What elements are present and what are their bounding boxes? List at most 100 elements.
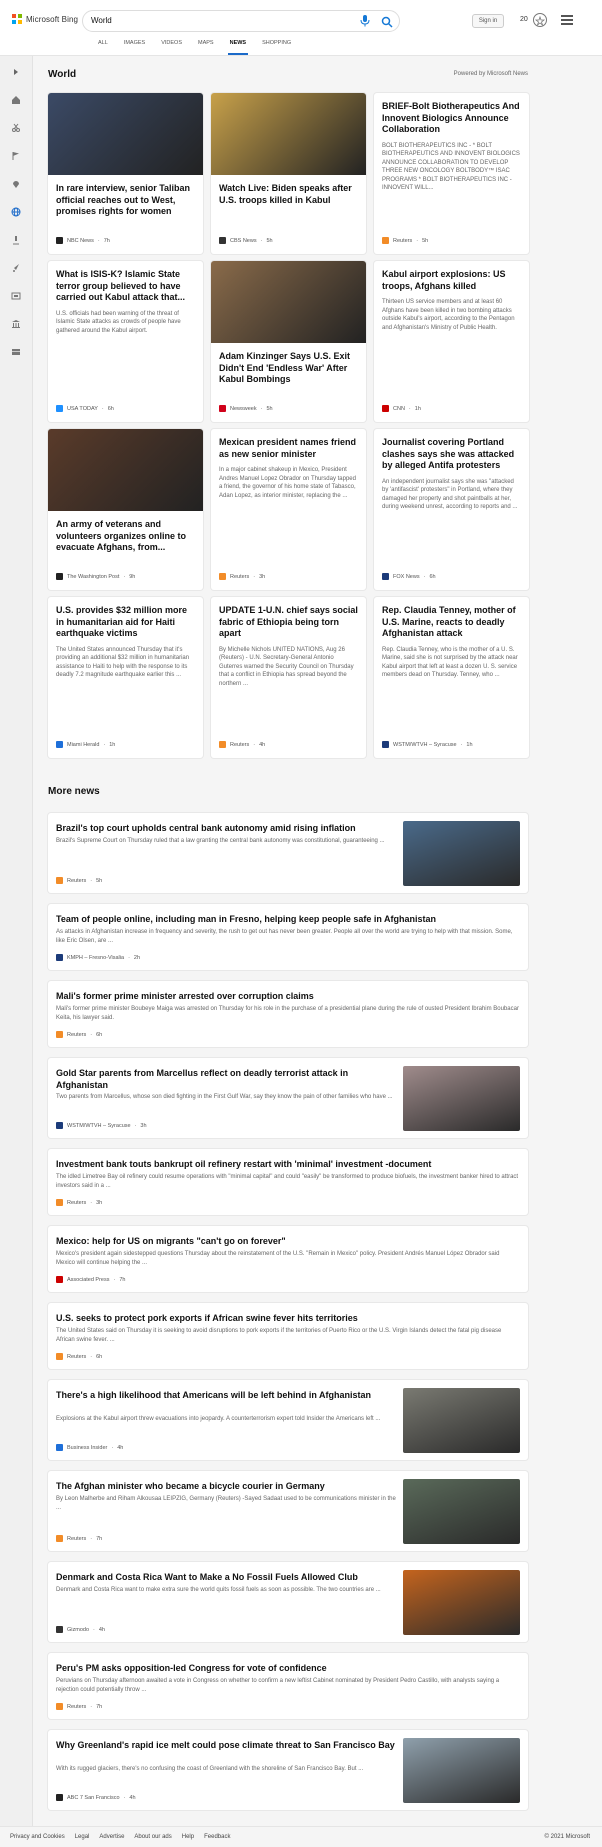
footer-link[interactable]: Privacy and Cookies — [10, 1834, 65, 1840]
footer-link[interactable]: Help — [182, 1834, 194, 1840]
scissors-icon[interactable] — [10, 122, 22, 134]
news-card[interactable]: UPDATE 1-U.N. chief says social fabric o… — [211, 597, 366, 758]
news-source[interactable]: Newsweek · 5h — [219, 405, 273, 412]
globe-icon[interactable] — [10, 206, 22, 218]
news-source[interactable]: FOX News · 6h — [382, 573, 436, 580]
tab-videos[interactable]: VIDEOS — [153, 40, 190, 56]
news-thumbnail[interactable] — [403, 1479, 520, 1544]
news-card[interactable]: BRIEF-Bolt Biotherapeutics And Innovent … — [374, 93, 529, 254]
more-news-item[interactable]: There's a high likelihood that Americans… — [48, 1380, 528, 1460]
news-card-title[interactable]: What is ISIS-K? Islamic State terror gro… — [48, 261, 203, 304]
footer-link[interactable]: Feedback — [204, 1834, 230, 1840]
news-card-title[interactable]: Rep. Claudia Tenney, mother of U.S. Mari… — [374, 597, 529, 640]
news-source[interactable]: Miami Herald · 1h — [56, 741, 115, 748]
news-source[interactable]: NBC News · 7h — [56, 237, 110, 244]
news-source[interactable]: Reuters · 3h — [219, 573, 265, 580]
sign-in-button[interactable]: Sign in — [472, 14, 504, 28]
more-news-item[interactable]: Mexico: help for US on migrants "can't g… — [48, 1226, 528, 1292]
news-card[interactable]: Watch Live: Biden speaks after U.S. troo… — [211, 93, 366, 254]
news-card[interactable]: Kabul airport explosions: US troops, Afg… — [374, 261, 529, 422]
news-source[interactable]: The Washington Post · 9h — [56, 573, 135, 580]
microscope-icon[interactable] — [10, 234, 22, 246]
hamburger-menu-icon[interactable] — [561, 15, 573, 25]
news-card-title[interactable]: U.S. provides $32 million more in humani… — [48, 597, 203, 640]
news-source[interactable]: WSTM/WTVH – Syracuse · 3h — [56, 1122, 147, 1129]
more-news-title[interactable]: Why Greenland's rapid ice melt could pos… — [56, 1740, 396, 1752]
news-card-title[interactable]: BRIEF-Bolt Biotherapeutics And Innovent … — [374, 93, 529, 136]
news-source[interactable]: Reuters · 6h — [56, 1353, 102, 1360]
news-card-title[interactable]: Watch Live: Biden speaks after U.S. troo… — [211, 175, 366, 206]
news-source[interactable]: USA TODAY · 6h — [56, 405, 114, 412]
bank-icon[interactable] — [10, 318, 22, 330]
news-source[interactable]: CBS News · 5h — [219, 237, 273, 244]
news-source[interactable]: Reuters · 4h — [219, 741, 265, 748]
news-card[interactable]: An army of veterans and volunteers organ… — [48, 429, 203, 590]
news-thumbnail[interactable] — [403, 1066, 520, 1131]
flag-icon[interactable] — [10, 150, 22, 162]
news-source[interactable]: Reuters · 7h — [56, 1535, 102, 1542]
news-source[interactable]: Gizmodo · 4h — [56, 1626, 105, 1633]
more-news-item[interactable]: Brazil's top court upholds central bank … — [48, 813, 528, 893]
news-thumbnail[interactable] — [403, 1388, 520, 1453]
rocket-icon[interactable] — [10, 262, 22, 274]
tab-news[interactable]: NEWS — [222, 40, 255, 56]
news-card-title[interactable]: Adam Kinzinger Says U.S. Exit Didn't End… — [211, 343, 366, 386]
news-card-title[interactable]: An army of veterans and volunteers organ… — [48, 511, 203, 554]
news-card-image[interactable] — [48, 429, 203, 511]
more-news-item[interactable]: Investment bank touts bankrupt oil refin… — [48, 1149, 528, 1215]
more-news-title[interactable]: Team of people online, including man in … — [56, 914, 520, 926]
news-source[interactable]: Reuters · 3h — [56, 1199, 102, 1206]
footer-link[interactable]: Advertise — [99, 1834, 124, 1840]
more-news-title[interactable]: Brazil's top court upholds central bank … — [56, 823, 396, 835]
news-thumbnail[interactable] — [403, 1738, 520, 1803]
search-box[interactable]: World — [82, 10, 400, 32]
news-card-title[interactable]: Journalist covering Portland clashes say… — [374, 429, 529, 472]
more-news-title[interactable]: Denmark and Costa Rica Want to Make a No… — [56, 1572, 396, 1584]
rewards-icon[interactable] — [533, 13, 547, 27]
more-news-title[interactable]: Mexico: help for US on migrants "can't g… — [56, 1236, 520, 1248]
news-card-title[interactable]: Kabul airport explosions: US troops, Afg… — [374, 261, 529, 292]
microphone-icon[interactable] — [359, 15, 371, 27]
news-source[interactable]: Reuters · 6h — [56, 1031, 102, 1038]
more-news-item[interactable]: Denmark and Costa Rica Want to Make a No… — [48, 1562, 528, 1642]
news-source[interactable]: WSTM/WTVH – Syracuse · 1h — [382, 741, 473, 748]
news-card[interactable]: Mexican president names friend as new se… — [211, 429, 366, 590]
more-news-item[interactable]: Gold Star parents from Marcellus reflect… — [48, 1058, 528, 1138]
news-card-image[interactable] — [48, 93, 203, 175]
news-card[interactable]: U.S. provides $32 million more in humani… — [48, 597, 203, 758]
more-news-title[interactable]: Investment bank touts bankrupt oil refin… — [56, 1159, 520, 1171]
news-source[interactable]: CNN · 1h — [382, 405, 421, 412]
tab-all[interactable]: ALL — [90, 40, 116, 56]
tab-shopping[interactable]: SHOPPING — [254, 40, 299, 56]
news-source[interactable]: Reuters · 5h — [382, 237, 428, 244]
news-source[interactable]: Associated Press · 7h — [56, 1276, 125, 1283]
news-card-title[interactable]: In rare interview, senior Taliban offici… — [48, 175, 203, 218]
news-card-title[interactable]: UPDATE 1-U.N. chief says social fabric o… — [211, 597, 366, 640]
rewards-count[interactable]: 20 — [520, 16, 528, 23]
tab-maps[interactable]: MAPS — [190, 40, 222, 56]
more-news-item[interactable]: U.S. seeks to protect pork exports if Af… — [48, 1303, 528, 1369]
more-news-title[interactable]: Peru's PM asks opposition-led Congress f… — [56, 1663, 520, 1675]
news-card-image[interactable] — [211, 261, 366, 343]
expand-sidebar-icon[interactable] — [10, 66, 22, 78]
search-input[interactable]: World — [91, 16, 112, 25]
footer-link[interactable]: Legal — [75, 1834, 90, 1840]
news-source[interactable]: Business Insider · 4h — [56, 1444, 123, 1451]
news-card[interactable]: Journalist covering Portland clashes say… — [374, 429, 529, 590]
card-icon[interactable] — [10, 346, 22, 358]
home-icon[interactable] — [10, 94, 22, 106]
more-news-item[interactable]: The Afghan minister who became a bicycle… — [48, 1471, 528, 1551]
news-card[interactable]: Rep. Claudia Tenney, mother of U.S. Mari… — [374, 597, 529, 758]
more-news-title[interactable]: The Afghan minister who became a bicycle… — [56, 1481, 396, 1493]
news-card[interactable]: In rare interview, senior Taliban offici… — [48, 93, 203, 254]
tab-images[interactable]: IMAGES — [116, 40, 153, 56]
news-card-image[interactable] — [211, 93, 366, 175]
news-source[interactable]: Reuters · 7h — [56, 1703, 102, 1710]
news-card-title[interactable]: Mexican president names friend as new se… — [211, 429, 366, 460]
location-pin-icon[interactable] — [10, 178, 22, 190]
bing-logo[interactable]: Microsoft Bing — [12, 14, 78, 24]
more-news-title[interactable]: There's a high likelihood that Americans… — [56, 1390, 396, 1402]
news-thumbnail[interactable] — [403, 1570, 520, 1635]
more-news-item[interactable]: Mali's former prime minister arrested ov… — [48, 981, 528, 1047]
search-icon[interactable] — [381, 15, 393, 28]
